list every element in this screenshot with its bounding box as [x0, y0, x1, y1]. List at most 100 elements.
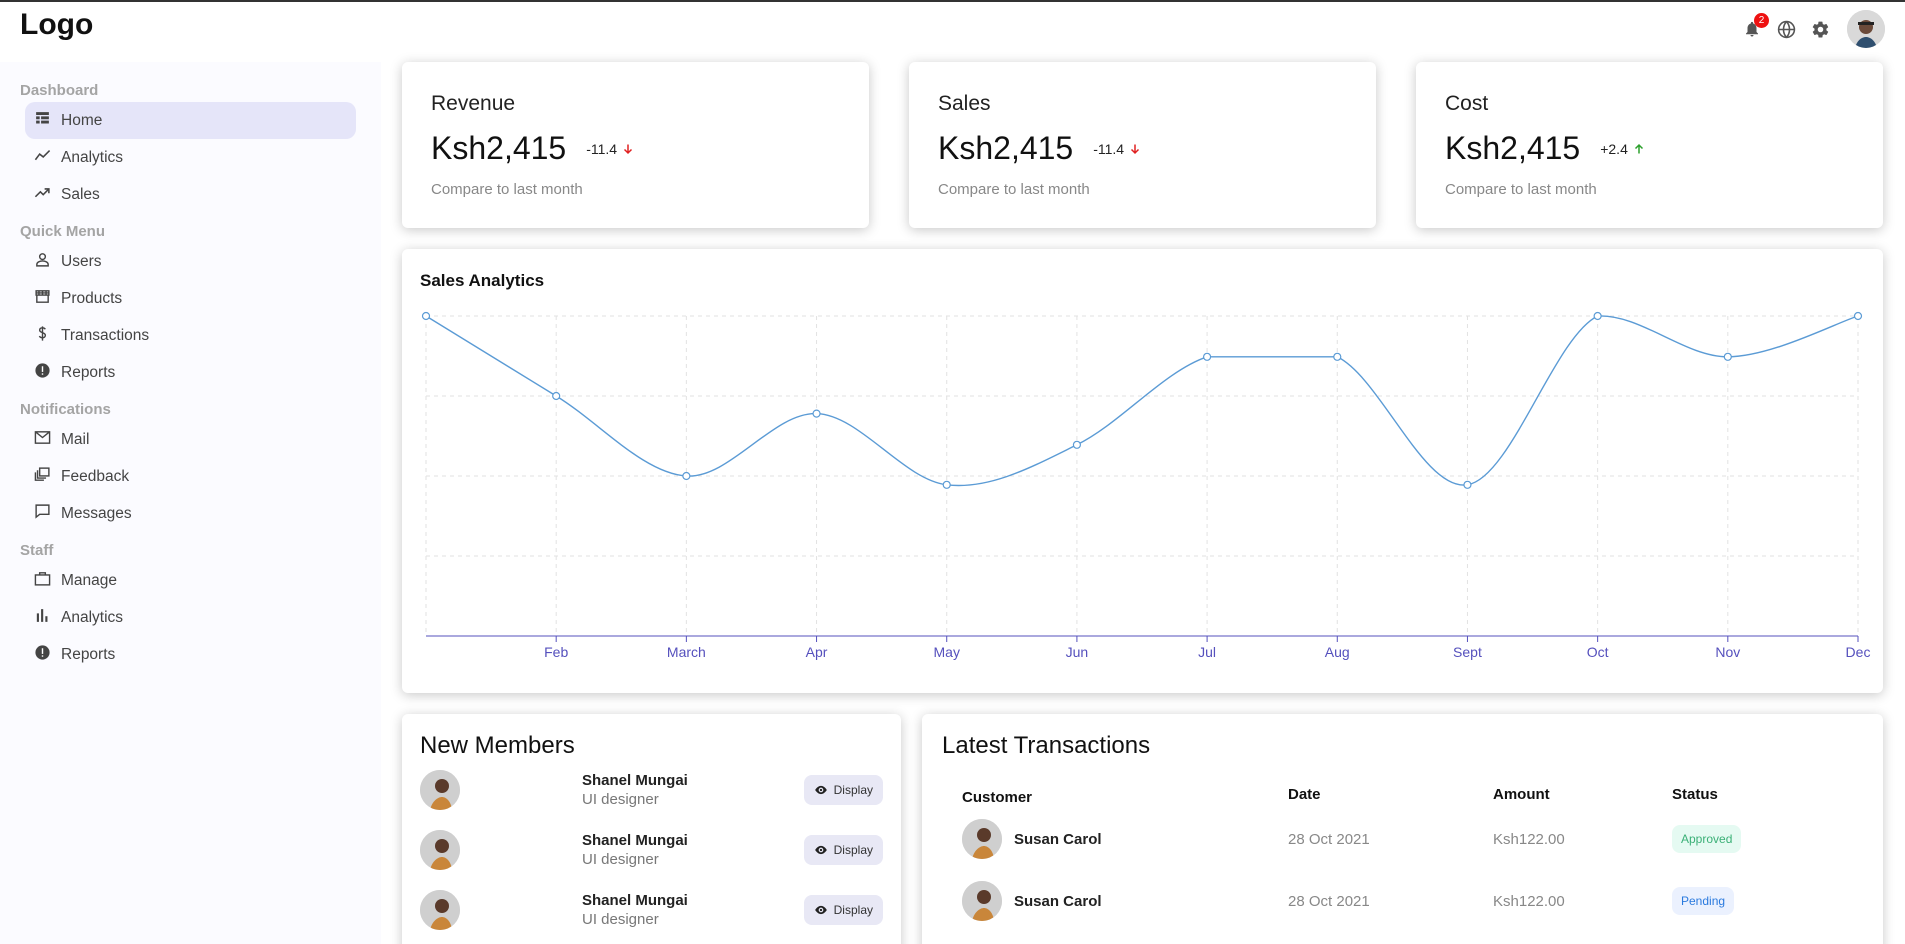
sidebar-section-quick-menu: Quick Menu Users Products Transactions R… — [0, 221, 381, 391]
sidebar-item-label: Reports — [61, 645, 116, 663]
sidebar-item-label: Messages — [61, 504, 132, 522]
sidebar-item-label: Mail — [61, 430, 90, 448]
arrow-down-icon — [1131, 144, 1140, 154]
kpi-money: Ksh2,415 — [1445, 130, 1581, 166]
chat-icon — [33, 503, 51, 521]
kpi-title: Cost — [1445, 92, 1489, 115]
sidebar-item-messages[interactable]: Messages — [25, 495, 356, 532]
sidebar-item-staff-analytics[interactable]: Analytics — [25, 599, 356, 636]
kpi-money: Ksh2,415 — [938, 130, 1074, 166]
member-role: UI designer — [582, 911, 659, 928]
kpi-card-cost: Cost Ksh2,415 +2.4 Compare to last month — [1416, 62, 1883, 228]
display-button[interactable]: Display — [803, 835, 883, 865]
sidebar: Dashboard Home Analytics Sales Quick Men… — [0, 62, 381, 944]
sidebar-item-label: Home — [61, 111, 103, 129]
kpi-row: Ksh2,415 +2.4 — [1445, 130, 1854, 167]
x-tick-label: Feb — [544, 644, 568, 660]
avatar[interactable] — [1847, 10, 1885, 48]
display-button-label: Display — [833, 903, 873, 917]
sidebar-item-reports[interactable]: Reports — [25, 354, 356, 391]
logo[interactable]: Logo — [20, 8, 93, 42]
x-tick-label: Sept — [1453, 644, 1482, 660]
data-point — [1463, 480, 1472, 489]
column-header: Customer — [962, 788, 1033, 806]
transactions-table: Customer Date Amount Status Susan Carol … — [962, 786, 1862, 932]
sidebar-item-users[interactable]: Users — [25, 243, 356, 280]
sidebar-section-dashboard: Dashboard Home Analytics Sales — [0, 80, 381, 213]
member-name: Shanel Mungai — [582, 892, 688, 909]
panel-title: New Members — [420, 732, 575, 759]
member-role: UI designer — [582, 791, 659, 808]
x-tick-label: May — [934, 644, 960, 660]
data-point — [421, 311, 431, 321]
sidebar-item-label: Transactions — [61, 326, 150, 344]
display-button-label: Display — [833, 783, 873, 797]
data-point — [682, 471, 691, 481]
member-row: Shanel Mungai UI designer Display — [420, 760, 883, 820]
settings-button[interactable] — [1809, 18, 1831, 40]
member-name: Shanel Mungai — [582, 772, 688, 789]
sidebar-item-label: Sales — [61, 185, 100, 203]
table-row[interactable]: Susan Carol 28 Oct 2021 Ksh122.00 Pendin… — [962, 870, 1862, 932]
sidebar-item-home[interactable]: Home — [25, 102, 356, 139]
kpi-row: Ksh2,415 -11.4 — [938, 130, 1347, 167]
sidebar-item-staff-reports[interactable]: Reports — [25, 636, 356, 673]
sidebar-item-sales[interactable]: Sales — [25, 176, 356, 213]
data-point — [1593, 311, 1602, 321]
sidebar-item-feedback[interactable]: Feedback — [25, 458, 356, 495]
data-point — [1723, 352, 1732, 361]
report-icon — [33, 362, 51, 380]
sidebar-item-transactions[interactable]: Transactions — [25, 317, 356, 354]
dollar-icon — [33, 325, 51, 343]
language-button[interactable] — [1775, 18, 1797, 40]
customer-name: Susan Carol — [1014, 830, 1102, 848]
status-cell: Approved — [1672, 825, 1862, 853]
kpi-title: Sales — [938, 92, 991, 115]
kpi-row: Ksh2,415 -11.4 — [431, 130, 840, 167]
table-row[interactable]: Susan Carol 28 Oct 2021 Ksh122.00 Approv… — [962, 808, 1862, 870]
data-point — [1333, 352, 1342, 361]
topbar-icons: 2 — [1741, 10, 1885, 48]
sales-analytics-chart[interactable]: Feb March Apr May Jun Jul Aug Sept Oct Nov Dec — [402, 249, 1883, 693]
amount-cell: Ksh122.00 — [1493, 892, 1565, 910]
x-tick-label: Apr — [806, 644, 828, 660]
member-role: UI designer — [582, 851, 659, 868]
member-row: Shanel Mungai UI designer Display — [420, 880, 883, 940]
trending-up-icon — [33, 184, 51, 202]
status-badge[interactable]: Approved — [1672, 825, 1742, 853]
kpi-rate: -11.4 — [586, 141, 634, 157]
sidebar-section-notifications: Notifications Mail Feedback Messages — [0, 399, 381, 532]
column-header: Date — [1288, 786, 1321, 803]
sidebar-item-manage[interactable]: Manage — [25, 562, 356, 599]
customer-name: Susan Carol — [1014, 892, 1102, 910]
status-cell: Pending — [1672, 887, 1862, 915]
kpi-subtitle: Compare to last month — [938, 181, 1090, 198]
avatar — [420, 890, 460, 930]
topbar: Logo 2 — [0, 0, 1905, 50]
sidebar-item-mail[interactable]: Mail — [25, 421, 356, 458]
table-header: Customer Date Amount Status — [962, 786, 1862, 808]
sidebar-item-label: Users — [61, 252, 102, 270]
arrow-down-icon — [624, 144, 633, 154]
customer-cell: Susan Carol — [962, 881, 1288, 921]
sales-analytics-card: Sales Analytics Feb March Apr May Jun Jul Aug S… — [402, 249, 1883, 693]
display-button[interactable]: Display — [803, 895, 883, 925]
customer-cell: Susan Carol — [962, 819, 1288, 859]
sidebar-item-label: Manage — [61, 571, 118, 589]
timeline-icon — [33, 147, 51, 165]
display-button[interactable]: Display — [803, 775, 883, 805]
home-icon — [33, 110, 51, 128]
x-tick-label: Oct — [1587, 644, 1609, 660]
sidebar-item-products[interactable]: Products — [25, 280, 356, 317]
member-info: Shanel Mungai UI designer — [582, 832, 802, 868]
feedback-icon — [33, 466, 51, 484]
avatar — [420, 830, 460, 870]
notifications-button[interactable]: 2 — [1741, 13, 1769, 40]
report-icon — [33, 644, 51, 662]
x-tick-label: Jun — [1066, 644, 1089, 660]
sidebar-item-analytics[interactable]: Analytics — [25, 139, 356, 176]
status-badge[interactable]: Pending — [1672, 887, 1735, 915]
data-point — [1853, 311, 1863, 321]
avatar — [420, 770, 460, 810]
column-header: Amount — [1493, 786, 1550, 803]
